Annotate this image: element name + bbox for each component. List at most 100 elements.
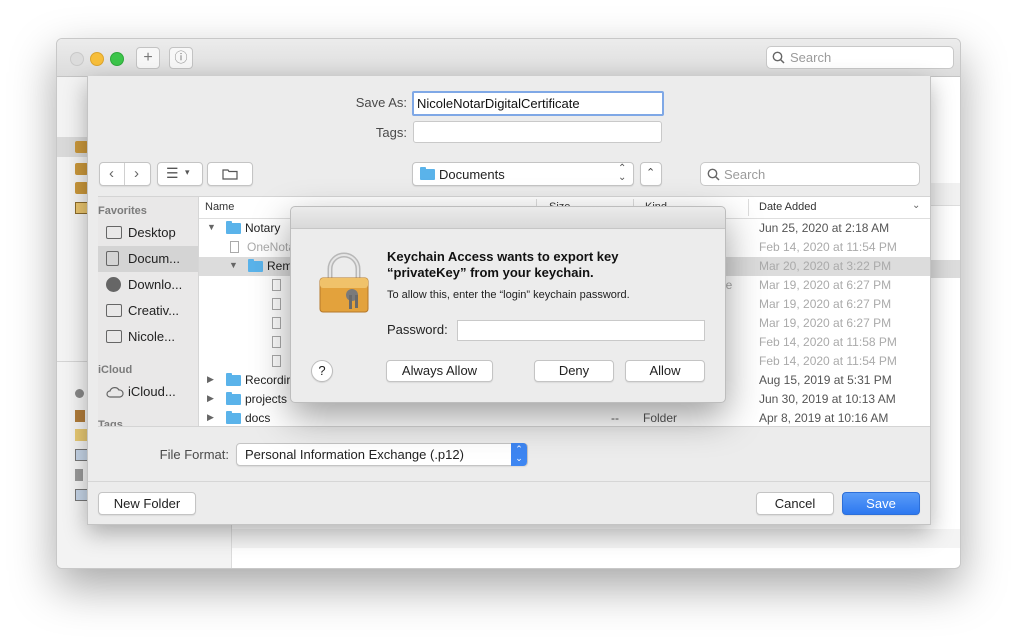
cancel-button[interactable]: Cancel xyxy=(756,492,834,515)
updown-chevron-icon: ⌃ ⌄ xyxy=(618,163,627,183)
row-date: Feb 14, 2020 at 11:54 PM xyxy=(759,240,897,254)
file-format-popup[interactable]: Personal Information Exchange (.p12) ⌃ ⌄ xyxy=(236,443,528,466)
dialog-title-bar xyxy=(291,207,725,229)
disclosure-closed-icon[interactable]: ▶ xyxy=(207,374,214,385)
chevron-up-icon: ⌃ xyxy=(646,167,656,179)
title-bar: + ⓘ Search xyxy=(57,39,960,77)
updown-chevron-icon: ⌃ ⌄ xyxy=(511,443,527,466)
list-view-icon: ☰ xyxy=(166,165,179,181)
new-folder-icon-button[interactable] xyxy=(207,162,253,186)
folder-icon xyxy=(106,304,122,317)
minimize-icon[interactable] xyxy=(90,52,104,66)
info-button[interactable]: ⓘ xyxy=(169,47,193,69)
row-date: Feb 14, 2020 at 11:58 PM xyxy=(759,335,897,349)
row-date: Mar 19, 2020 at 6:27 PM xyxy=(759,297,892,311)
row-kind: Folder xyxy=(643,411,678,425)
folder-icon xyxy=(226,392,241,405)
folder-icon xyxy=(226,373,241,386)
key-icon xyxy=(75,469,83,481)
row-date: Apr 8, 2019 at 10:16 AM xyxy=(759,411,889,425)
password-label: Password: xyxy=(387,322,448,337)
keychain-access-dialog: Keychain Access wants to export key “pri… xyxy=(290,206,726,403)
tags-field[interactable] xyxy=(413,121,662,143)
view-options-button[interactable]: ☰ ▾ xyxy=(157,162,203,186)
row-date: Mar 19, 2020 at 6:27 PM xyxy=(759,278,892,292)
column-name[interactable]: Name xyxy=(205,201,234,213)
always-allow-button[interactable]: Always Allow xyxy=(386,360,493,382)
disclosure-closed-icon[interactable]: ▶ xyxy=(207,393,214,404)
new-folder-button[interactable]: New Folder xyxy=(98,492,196,515)
row-name: Notary xyxy=(245,221,281,235)
file-icon xyxy=(272,336,281,348)
sidebar-item-creative[interactable]: Creativ... xyxy=(98,298,198,324)
divider xyxy=(88,481,930,482)
pen-icon xyxy=(75,410,85,422)
file-icon xyxy=(272,298,281,310)
location-popup[interactable]: Documents ⌃ ⌄ xyxy=(412,162,634,186)
sheet-search-placeholder: Search xyxy=(724,167,766,182)
favorites-header: Favorites xyxy=(98,205,147,217)
file-icon xyxy=(272,279,281,291)
selected-row-edge xyxy=(930,260,960,278)
row-size: -- xyxy=(611,411,619,425)
sidebar-item-nicole[interactable]: Nicole... xyxy=(98,324,198,350)
sidebar-item-label: iCloud... xyxy=(128,384,176,399)
tags-header: Tags xyxy=(98,419,123,427)
expand-toggle-button[interactable]: ⌃ xyxy=(640,162,662,186)
password-field[interactable] xyxy=(457,320,705,341)
close-icon[interactable] xyxy=(70,52,84,66)
padlock-icon xyxy=(319,252,369,313)
dialog-message: To allow this, enter the “login” keychai… xyxy=(387,289,630,301)
search-field[interactable]: Search xyxy=(766,46,954,69)
folder-icon xyxy=(106,330,122,343)
sidebar-item-documents[interactable]: Docum... xyxy=(98,246,198,272)
disclosure-open-icon[interactable]: ▼ xyxy=(207,222,216,232)
folder-icon xyxy=(420,167,435,180)
help-button[interactable]: ? xyxy=(311,360,333,382)
location-label: Documents xyxy=(439,167,505,182)
column-divider xyxy=(748,199,749,216)
row-name: Rem xyxy=(267,259,293,273)
folder-plus-icon xyxy=(222,169,238,180)
sidebar-item-downloads[interactable]: Downlo... xyxy=(98,272,198,298)
allow-button[interactable]: Allow xyxy=(625,360,705,382)
deny-button[interactable]: Deny xyxy=(534,360,614,382)
table-row[interactable]: ▶ docs -- Folder Apr 8, 2019 at 10:16 AM xyxy=(199,409,930,426)
list-stripe xyxy=(232,529,960,548)
column-date-added[interactable]: Date Added xyxy=(759,201,817,213)
save-button[interactable]: Save xyxy=(842,492,920,515)
column-header-edge xyxy=(930,183,960,206)
chevron-left-icon[interactable]: ‹ xyxy=(109,165,114,182)
disclosure-closed-icon[interactable]: ▶ xyxy=(207,412,214,423)
back-forward-control[interactable]: ‹ › xyxy=(99,162,151,186)
zoom-icon[interactable] xyxy=(110,52,124,66)
row-date: Mar 20, 2020 at 3:22 PM xyxy=(759,259,892,273)
disclosure-open-icon[interactable]: ▼ xyxy=(229,260,238,270)
sidebar-item-label: Downlo... xyxy=(128,277,183,292)
folder-icon xyxy=(226,221,241,234)
row-date: Jun 25, 2020 at 2:18 AM xyxy=(759,221,890,235)
row-name: OneNota xyxy=(247,240,296,254)
save-as-label: Save As: xyxy=(355,95,407,110)
search-icon xyxy=(772,51,785,64)
row-date: Jun 30, 2019 at 10:13 AM xyxy=(759,392,896,406)
file-icon xyxy=(230,241,239,253)
file-icon xyxy=(272,317,281,329)
row-name: projects xyxy=(245,392,288,406)
add-button[interactable]: + xyxy=(136,47,160,69)
search-icon xyxy=(707,168,720,181)
row-date: Feb 14, 2020 at 11:54 PM xyxy=(759,354,897,368)
row-date: Aug 15, 2019 at 5:31 PM xyxy=(759,373,892,387)
chevron-down-icon: ▾ xyxy=(185,167,190,177)
sidebar-item-desktop[interactable]: Desktop xyxy=(98,220,198,246)
chevron-right-icon[interactable]: › xyxy=(134,165,139,182)
file-format-label: File Format: xyxy=(159,447,229,462)
sheet-search-field[interactable]: Search xyxy=(700,162,920,186)
key-icon xyxy=(75,389,84,398)
cloud-icon xyxy=(106,387,124,398)
sidebar-item-label: Docum... xyxy=(128,251,181,266)
folder-icon xyxy=(226,411,241,424)
row-name: Recordir xyxy=(245,373,291,387)
save-as-field[interactable]: NicoleNotarDigitalCertificate xyxy=(412,91,664,116)
sidebar-item-icloud-drive[interactable]: iCloud... xyxy=(98,379,198,405)
